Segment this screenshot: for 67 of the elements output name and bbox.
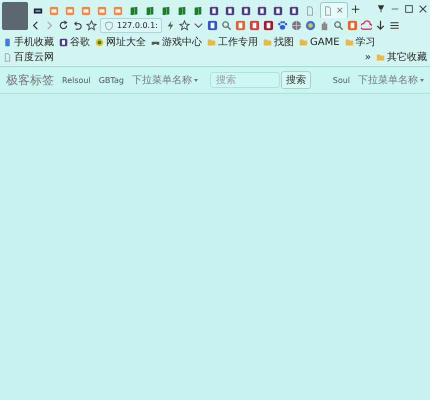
tile-icon xyxy=(209,6,219,16)
browser-tab[interactable]: × xyxy=(320,2,348,18)
tile-icon[interactable] xyxy=(234,20,246,31)
book-icon xyxy=(129,6,139,16)
new-tab-button[interactable]: + xyxy=(348,2,364,16)
tile-icon[interactable] xyxy=(346,20,358,31)
search-field[interactable]: 搜索 xyxy=(210,72,280,88)
bookmark[interactable]: 找图 xyxy=(263,35,294,49)
tile-icon[interactable] xyxy=(262,20,274,31)
paw-icon[interactable] xyxy=(276,20,288,31)
back-icon[interactable] xyxy=(30,20,41,31)
folder-icon xyxy=(207,38,216,46)
close-icon[interactable] xyxy=(418,4,428,14)
book-icon xyxy=(177,6,187,16)
book-icon xyxy=(193,6,203,16)
book-icon xyxy=(145,6,155,16)
bookmark[interactable]: 网址大全 xyxy=(95,35,146,49)
bookmark[interactable]: 学习 xyxy=(344,35,376,49)
tile-icon xyxy=(273,6,283,16)
nav-link[interactable]: GBTag xyxy=(98,76,124,84)
caret-icon xyxy=(420,78,424,82)
tile-icon[interactable] xyxy=(206,20,218,31)
tile-icon xyxy=(59,38,68,46)
close-tab-button[interactable]: × xyxy=(336,6,344,16)
tile-icon xyxy=(289,6,299,16)
search-icon[interactable] xyxy=(332,20,344,31)
phone-icon xyxy=(3,38,12,46)
search-icon[interactable] xyxy=(220,20,232,31)
tile-icon[interactable] xyxy=(248,20,260,31)
bookmark[interactable]: GAME xyxy=(299,36,340,48)
shield-icon xyxy=(104,20,114,30)
bookmark[interactable]: 谷歌 xyxy=(59,35,90,49)
menu-icon[interactable] xyxy=(388,20,400,31)
nav-link[interactable]: Relsoul xyxy=(62,76,91,84)
bookmark-folder[interactable]: 其它收藏 xyxy=(376,50,427,64)
dropdown-toggle[interactable]: 下拉菜单名称 xyxy=(132,73,198,87)
book-icon xyxy=(161,6,171,16)
bookmark[interactable]: 工作专用 xyxy=(207,35,258,49)
tile-icon xyxy=(241,6,251,16)
star-icon[interactable] xyxy=(178,20,190,31)
url-text: 127.0.0.1: xyxy=(117,21,158,30)
page-icon xyxy=(3,52,12,62)
folder-icon xyxy=(299,38,308,46)
navbar-brand[interactable]: 极客标签 xyxy=(6,72,54,88)
reload-icon[interactable] xyxy=(58,20,69,31)
undo-icon[interactable] xyxy=(72,20,83,31)
download-icon[interactable] xyxy=(374,20,386,31)
more-bookmarks-button[interactable]: » xyxy=(364,52,371,62)
folder-icon xyxy=(376,52,385,62)
bookmark[interactable]: 手机收藏 xyxy=(3,35,54,49)
address-bar[interactable]: 127.0.0.1: xyxy=(100,18,162,33)
caret-icon xyxy=(194,78,198,82)
maximize-icon[interactable] xyxy=(404,4,414,14)
nav-link[interactable]: Soul xyxy=(332,76,350,84)
folder-icon xyxy=(344,38,354,46)
bookmark[interactable]: 游戏中心 xyxy=(151,35,202,49)
bookmark[interactable]: 百度云网 xyxy=(3,50,54,64)
folder-icon xyxy=(263,38,272,46)
grid-icon xyxy=(33,6,43,16)
star-icon[interactable] xyxy=(86,20,97,31)
globe-icon[interactable] xyxy=(290,20,302,31)
tile-icon xyxy=(257,6,267,16)
tile-icon xyxy=(225,6,235,16)
circle-icon xyxy=(95,38,104,46)
dropdown-toggle[interactable]: 下拉菜单名称 xyxy=(358,73,424,87)
search-button[interactable]: 搜索 xyxy=(280,71,311,89)
cloud-icon[interactable] xyxy=(360,20,372,31)
